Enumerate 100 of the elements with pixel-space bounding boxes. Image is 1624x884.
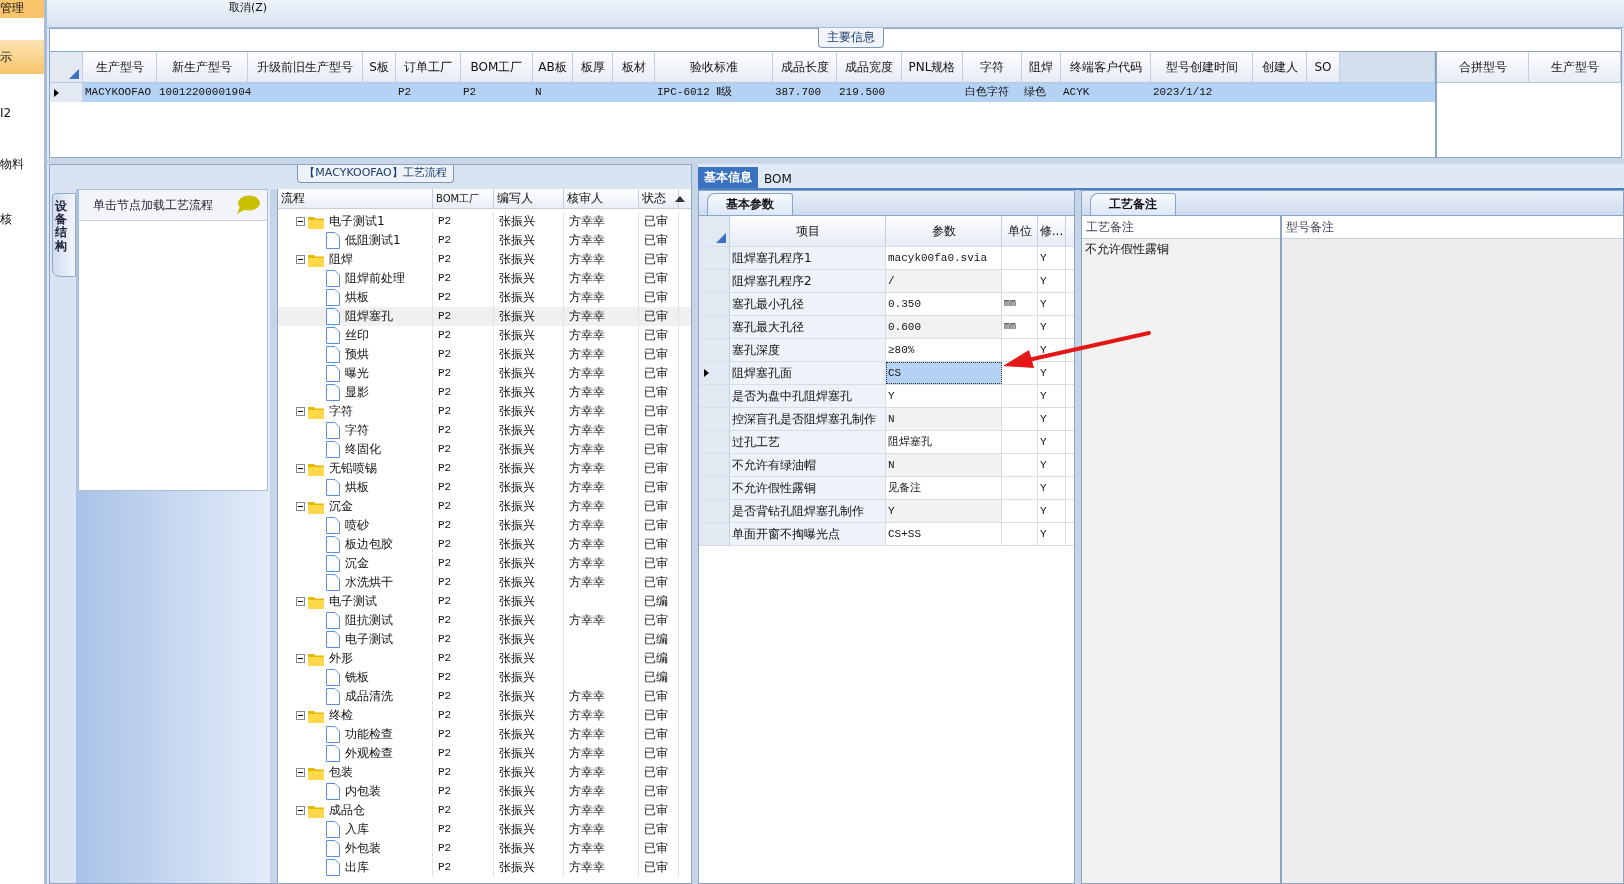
side-menu-item[interactable]: 示 bbox=[0, 40, 44, 74]
tree-node[interactable]: 丝印 bbox=[343, 326, 371, 345]
tree-node[interactable]: 出库 bbox=[343, 858, 371, 877]
column-header[interactable]: BOM工厂 bbox=[461, 52, 533, 82]
table-cell[interactable]: macyk00fa0.svia bbox=[886, 247, 1002, 269]
column-header[interactable]: 订单工厂 bbox=[396, 52, 461, 82]
column-header[interactable]: 字符 bbox=[963, 52, 1022, 82]
column-header[interactable]: 新生产型号 bbox=[157, 52, 248, 82]
tree-node[interactable]: 包装 bbox=[327, 763, 355, 782]
tree-node[interactable]: 电子测试 bbox=[343, 630, 395, 649]
column-header[interactable]: 终端客户代码 bbox=[1061, 52, 1151, 82]
column-header[interactable]: 成品长度 bbox=[773, 52, 837, 82]
grid-row[interactable]: MACYKOOFAO 10012200001904 P2 P2 N IPC-6012 Ⅱ级 387.700 219.500 白色字符 绿色 ACYK 2023/1/12 bbox=[50, 83, 1435, 102]
tree-node[interactable]: 沉金 bbox=[343, 554, 371, 573]
collapse-icon[interactable] bbox=[296, 806, 305, 815]
collapse-icon[interactable] bbox=[296, 255, 305, 264]
column-header[interactable]: 阻焊 bbox=[1022, 52, 1061, 82]
column-header[interactable]: AB板 bbox=[533, 52, 573, 82]
tree-node[interactable]: 曝光 bbox=[343, 364, 371, 383]
tree-node[interactable]: 外包装 bbox=[343, 839, 383, 858]
side-menu-item[interactable]: 物料 bbox=[0, 156, 44, 173]
tree-node[interactable]: 阻抗测试 bbox=[343, 611, 395, 630]
panel-tab[interactable]: 工艺备注 bbox=[1090, 193, 1176, 215]
column-header[interactable]: 板材 bbox=[613, 52, 655, 82]
table-cell[interactable]: / bbox=[886, 270, 1002, 292]
column-header[interactable]: 工艺备注 bbox=[1082, 216, 1280, 239]
table-cell[interactable]: N bbox=[886, 408, 1002, 430]
table-cell[interactable]: 0.600 bbox=[886, 316, 1002, 338]
column-header[interactable]: 验收标准 bbox=[655, 52, 773, 82]
table-cell[interactable]: 见备注 bbox=[886, 477, 1002, 499]
cancel-button[interactable]: 取消(Z) bbox=[229, 0, 268, 15]
collapse-icon[interactable] bbox=[296, 502, 305, 511]
tree-node[interactable]: 水洗烘干 bbox=[343, 573, 395, 592]
tree-node[interactable]: 字符 bbox=[327, 402, 355, 421]
column-header[interactable]: 型号创建时间 bbox=[1151, 52, 1253, 82]
tree-node[interactable]: 成品仓 bbox=[327, 801, 367, 820]
tree-node[interactable]: 无铅喷锡 bbox=[327, 459, 379, 478]
row-header[interactable] bbox=[50, 83, 83, 102]
tree-node[interactable]: 喷砂 bbox=[343, 516, 371, 535]
column-header[interactable]: 流程 bbox=[278, 189, 433, 208]
column-header[interactable]: 修... bbox=[1038, 216, 1066, 246]
tab[interactable]: BOM bbox=[758, 170, 798, 188]
tree-node[interactable]: 烘板 bbox=[343, 478, 371, 497]
tree-node[interactable]: 阻焊前处理 bbox=[343, 269, 407, 288]
column-header[interactable]: 单位 bbox=[1002, 216, 1038, 246]
tree-node[interactable]: 预烘 bbox=[343, 345, 371, 364]
splitter[interactable] bbox=[1075, 190, 1081, 884]
tree-node[interactable]: 沉金 bbox=[327, 497, 355, 516]
column-header[interactable]: 参数 bbox=[886, 216, 1002, 246]
column-header[interactable]: 生产型号 bbox=[1529, 52, 1621, 82]
side-menu-item[interactable]: 管理 bbox=[0, 0, 44, 18]
tree-node[interactable]: 低阻测试1 bbox=[343, 231, 403, 250]
tree-node[interactable]: 电子测试 bbox=[327, 592, 379, 611]
column-header[interactable]: 板厚 bbox=[573, 52, 613, 82]
table-cell[interactable]: CS+SS bbox=[886, 523, 1002, 545]
tree-node[interactable]: 烘板 bbox=[343, 288, 371, 307]
tree-node[interactable]: 成品清洗 bbox=[343, 687, 395, 706]
column-header[interactable]: 升级前旧生产型号 bbox=[248, 52, 363, 82]
splitter[interactable] bbox=[47, 158, 1624, 164]
collapse-icon[interactable] bbox=[296, 597, 305, 606]
tree-node[interactable]: 铣板 bbox=[343, 668, 371, 687]
column-header[interactable]: 成品宽度 bbox=[837, 52, 902, 82]
tree-node[interactable]: 外形 bbox=[327, 649, 355, 668]
column-header[interactable]: PNL规格 bbox=[902, 52, 963, 82]
table-cell[interactable]: 0.350 bbox=[886, 293, 1002, 315]
tree-node[interactable]: 内包装 bbox=[343, 782, 383, 801]
collapse-icon[interactable] bbox=[296, 464, 305, 473]
table-cell[interactable]: Y bbox=[886, 385, 1002, 407]
collapse-icon[interactable] bbox=[296, 654, 305, 663]
table-cell[interactable]: Y bbox=[886, 500, 1002, 522]
tree-node[interactable]: 外观检查 bbox=[343, 744, 395, 763]
collapse-icon[interactable] bbox=[296, 768, 305, 777]
collapse-icon[interactable] bbox=[296, 407, 305, 416]
column-header[interactable]: 生产型号 bbox=[83, 52, 157, 82]
side-menu-item[interactable]: 核 bbox=[0, 211, 44, 228]
tree-node[interactable]: 板边包胶 bbox=[343, 535, 395, 554]
column-header[interactable]: S板 bbox=[363, 52, 396, 82]
panel-tab[interactable]: 基本参数 bbox=[707, 193, 793, 215]
column-header[interactable]: 核审人 bbox=[564, 189, 639, 208]
tree-node[interactable]: 终检 bbox=[327, 706, 355, 725]
tree-node[interactable]: 显影 bbox=[343, 383, 371, 402]
tree-node[interactable]: 入库 bbox=[343, 820, 371, 839]
row-header[interactable] bbox=[699, 362, 730, 384]
table-cell[interactable]: N bbox=[886, 454, 1002, 476]
table-cell[interactable]: 阻焊塞孔 bbox=[886, 431, 1002, 453]
column-header[interactable]: 编写人 bbox=[494, 189, 564, 208]
column-header[interactable]: 型号备注 bbox=[1282, 216, 1623, 239]
column-header[interactable]: 创建人 bbox=[1253, 52, 1307, 82]
tree-node[interactable]: 功能检查 bbox=[343, 725, 395, 744]
tree-node[interactable]: 字符 bbox=[343, 421, 371, 440]
scroll-up-icon[interactable] bbox=[675, 195, 685, 202]
tree-node[interactable]: 阻焊 bbox=[327, 250, 355, 269]
table-cell[interactable]: CS bbox=[886, 362, 1002, 384]
column-header[interactable]: BOM工厂 bbox=[433, 189, 494, 208]
table-cell[interactable]: ≥80% bbox=[886, 339, 1002, 361]
column-header[interactable]: 合拼型号 bbox=[1437, 52, 1529, 82]
collapse-icon[interactable] bbox=[296, 217, 305, 226]
side-menu-item[interactable]: I2 bbox=[0, 106, 44, 120]
column-header[interactable]: 项目 bbox=[730, 216, 886, 246]
tree-node[interactable]: 终固化 bbox=[343, 440, 383, 459]
